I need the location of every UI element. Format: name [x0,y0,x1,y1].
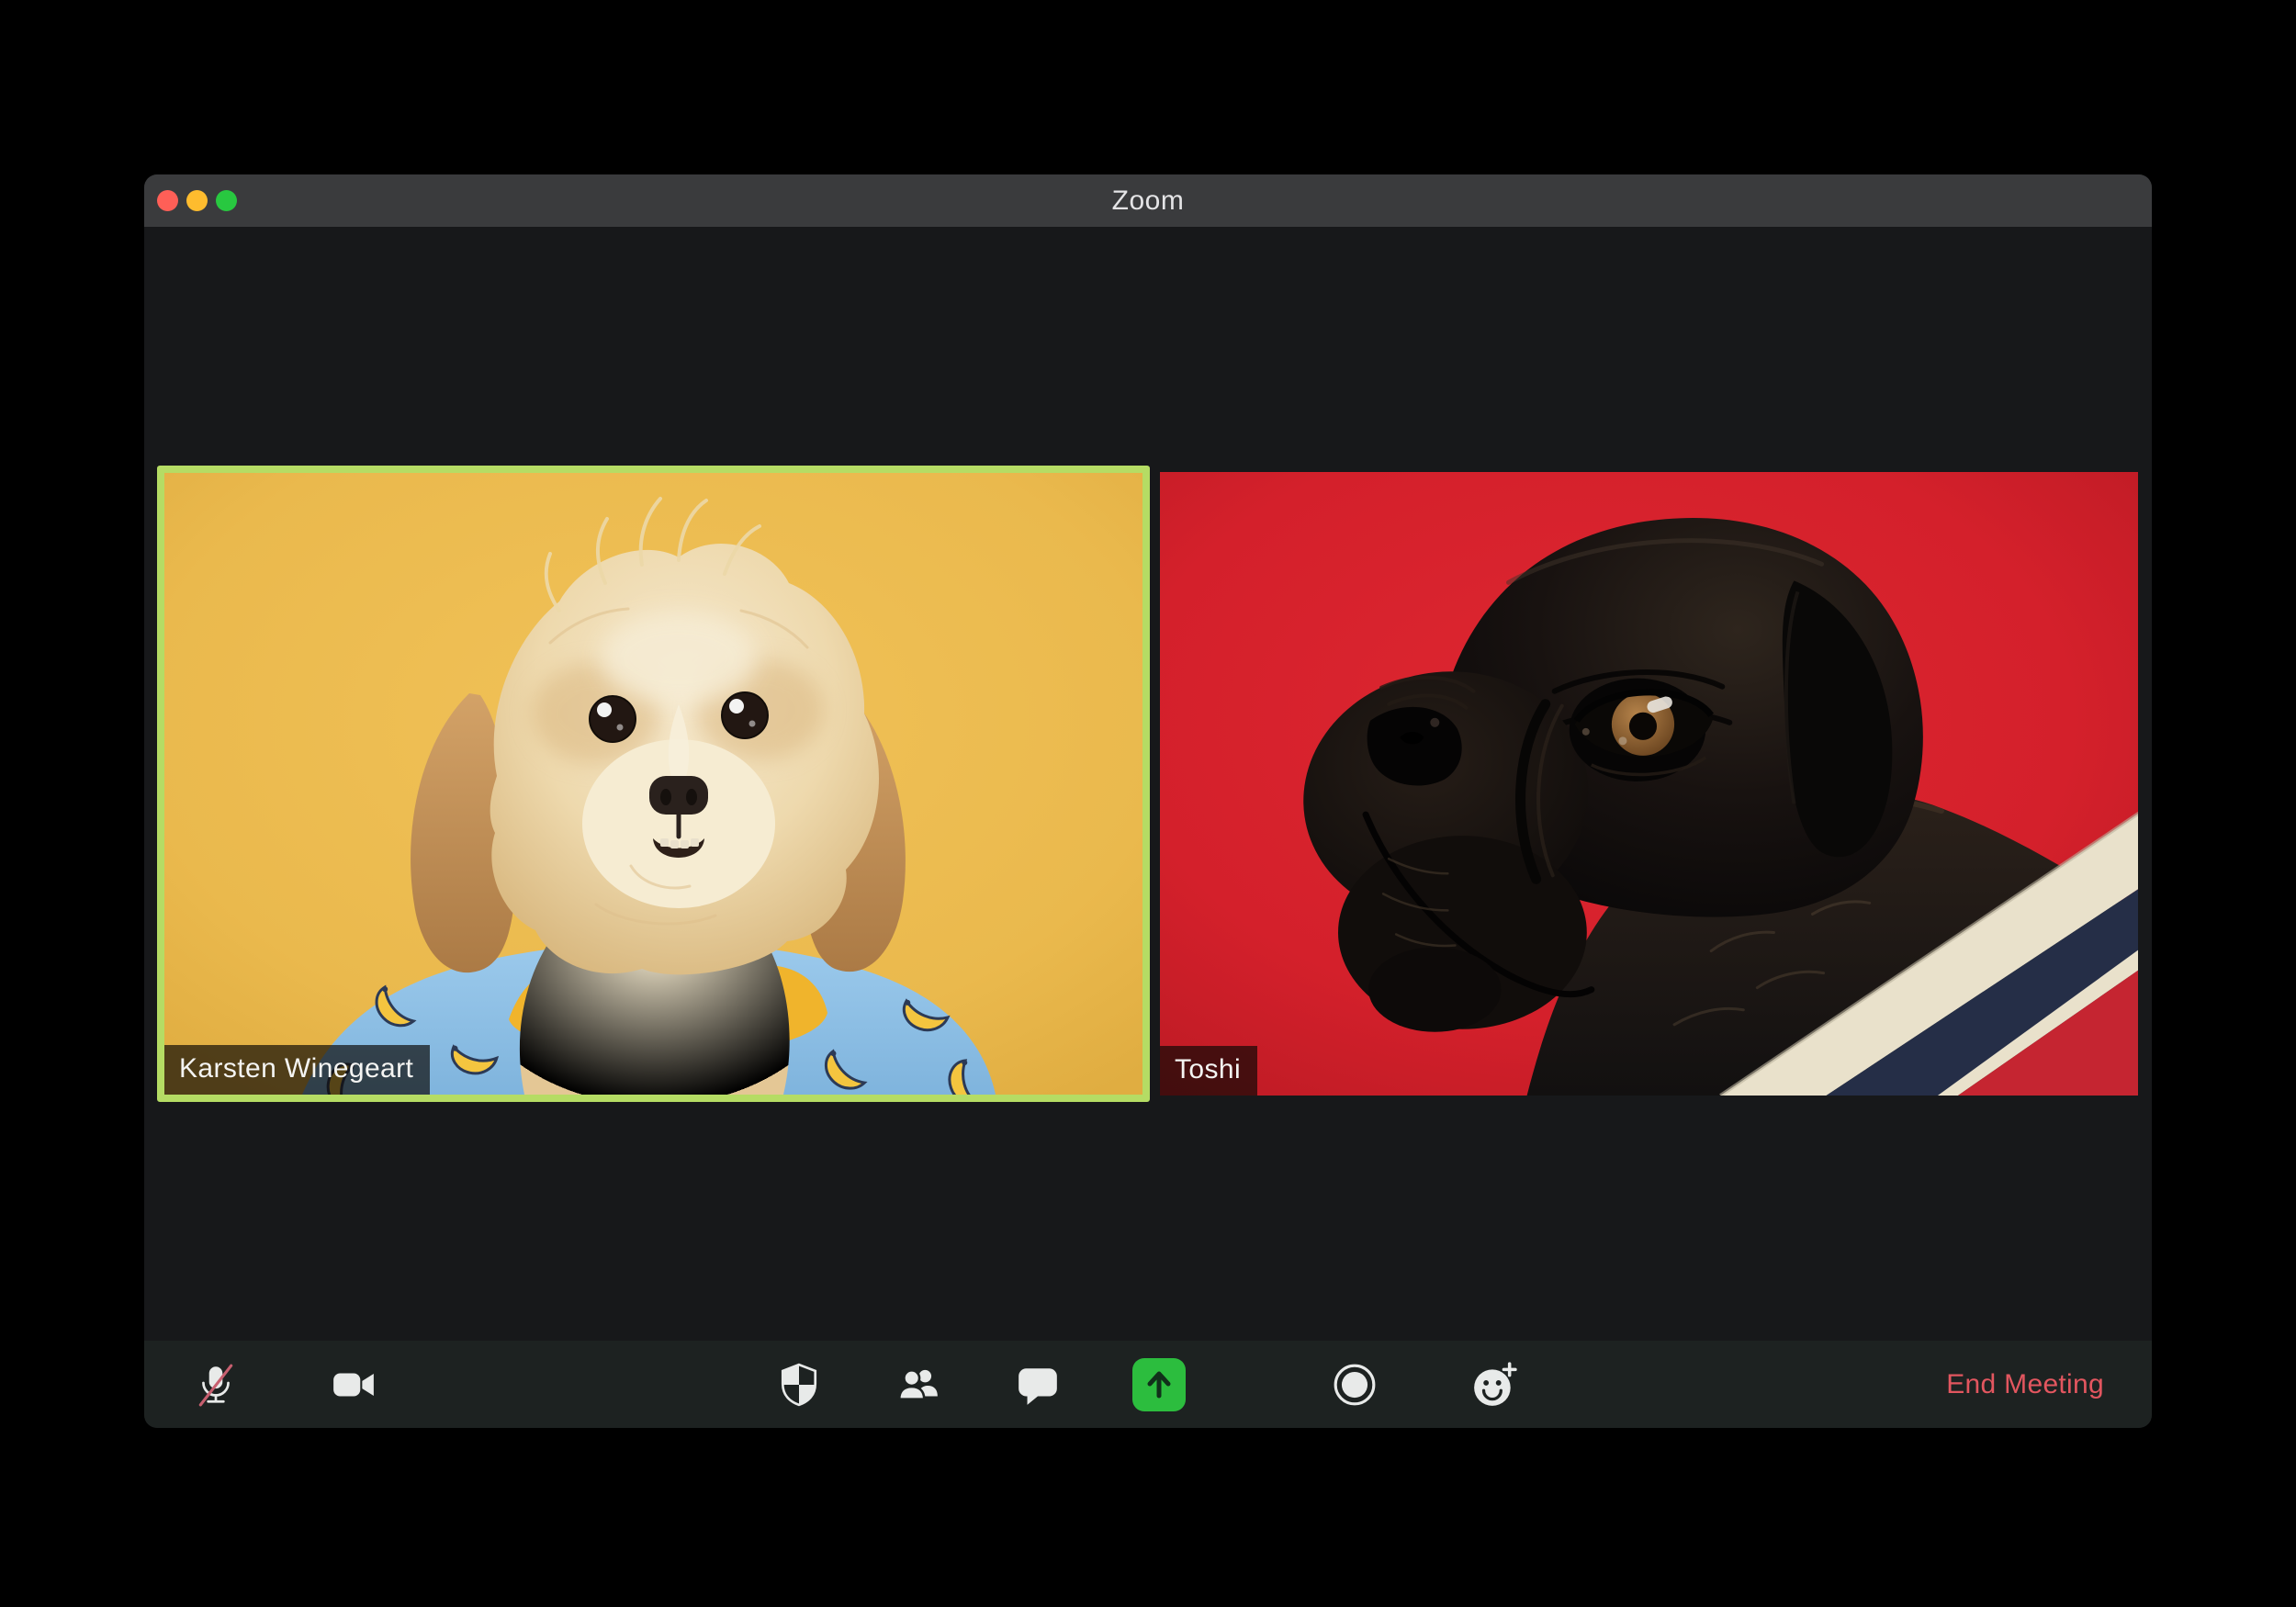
window-title: Zoom [1111,185,1185,216]
smiley-plus-icon [1474,1361,1517,1406]
mute-button[interactable] [183,1352,249,1418]
video-feed-cream-dog [164,473,1142,1095]
share-screen-button[interactable] [1126,1352,1192,1418]
meeting-toolbar: End Meeting [144,1341,2152,1428]
shield-icon [781,1363,817,1406]
video-grid: Karsten Winegeart Toshi [157,466,2138,1102]
participant-name-label: Karsten Winegeart [164,1045,431,1095]
participants-icon [897,1368,938,1400]
desktop: { "window": { "title": "Zoom" }, "video_… [0,0,2296,1607]
chat-bubble-icon [1019,1367,1057,1405]
reactions-button[interactable] [1461,1352,1527,1418]
participant-tile-toshi[interactable]: Toshi [1160,472,2138,1096]
traffic-lights [157,174,237,227]
title-bar: Zoom [144,174,2152,227]
record-button[interactable] [1322,1352,1388,1418]
share-screen-arrow-icon [1147,1371,1171,1398]
close-window-button[interactable] [157,190,178,211]
video-feed-black-pug [1160,472,2138,1096]
participant-tile-karsten[interactable]: Karsten Winegeart [157,466,1150,1102]
record-icon [1334,1364,1376,1405]
participant-name-label: Toshi [1160,1046,1258,1096]
microphone-off-icon [198,1364,233,1406]
minimize-window-button[interactable] [186,190,208,211]
share-screen-chip [1132,1357,1186,1411]
chat-button[interactable] [1005,1352,1071,1418]
zoom-window: Zoom Karsten Winegeart Toshi End Meeting [144,174,2152,1428]
participants-button[interactable] [885,1352,951,1418]
end-meeting-button[interactable]: End Meeting [1941,1368,2110,1401]
video-button[interactable] [321,1352,387,1418]
video-camera-icon [333,1373,374,1396]
security-button[interactable] [766,1352,832,1418]
fullscreen-window-button[interactable] [216,190,237,211]
